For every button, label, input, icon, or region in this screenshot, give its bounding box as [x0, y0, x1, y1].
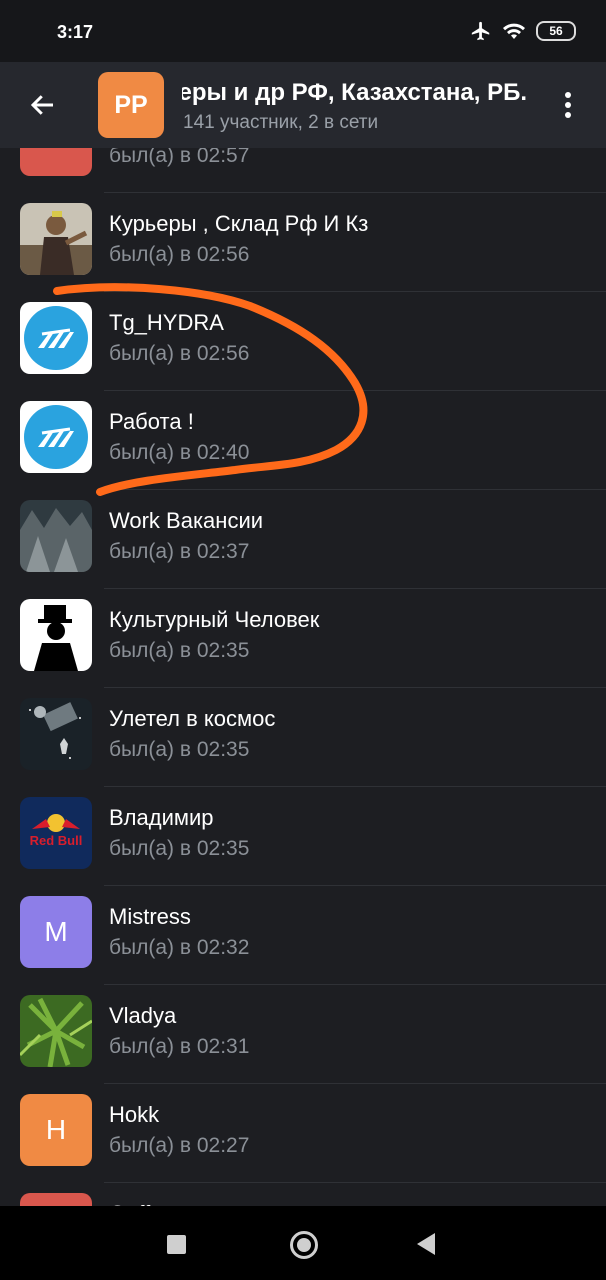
member-last-seen: был(а) в 02:56	[109, 342, 250, 365]
member-list[interactable]: был(а) в 02:57 Курьеры , Склад Рф И Кз был…	[0, 148, 606, 1206]
status-icons: 56	[470, 20, 576, 42]
member-name: Vladya	[109, 1003, 177, 1028]
status-bar: 3:17 56	[0, 0, 606, 62]
group-title[interactable]: Курьеры и др РФ, Казахстана, РБ.	[182, 79, 527, 107]
member-last-seen: был(а) в 02:37	[109, 540, 250, 563]
chat-header: PP Курьеры и др РФ, Казахстана, РБ. 141 …	[0, 62, 606, 148]
member-name: Hokk	[109, 1102, 160, 1127]
member-last-seen: был(а) в 02:35	[109, 738, 250, 761]
member-name: Культурный Человек	[109, 607, 320, 632]
member-name: Work Вакансии	[109, 508, 264, 533]
member-row[interactable]: Курьеры , Склад Рф И Кз был(а) в 02:56	[0, 193, 606, 292]
member-avatar[interactable]	[20, 148, 92, 176]
member-avatar[interactable]: H	[20, 1094, 92, 1166]
member-row[interactable]: Work Вакансии был(а) в 02:37	[0, 490, 606, 589]
member-last-seen: был(а) в 02:31	[109, 1035, 250, 1058]
wifi-icon	[503, 23, 525, 39]
recent-apps-button[interactable]	[167, 1235, 186, 1254]
group-member-count: 141 участник, 2 в сети	[183, 112, 379, 133]
member-name: Владимир	[109, 805, 214, 830]
status-time: 3:17	[57, 22, 94, 42]
member-name: Tg_HYDRA	[109, 310, 224, 335]
member-avatar[interactable]: M	[20, 896, 92, 968]
member-last-seen: был(а) в 02:32	[109, 936, 250, 959]
member-name: Улетел в космос	[109, 706, 276, 731]
member-avatar[interactable]	[20, 401, 92, 473]
member-avatar[interactable]	[20, 599, 92, 671]
svg-text:Red Bull: Red Bull	[30, 833, 83, 848]
member-last-seen: был(а) в 02:56	[109, 243, 250, 266]
member-row[interactable]: Культурный Человек был(а) в 02:35	[0, 589, 606, 688]
member-avatar[interactable]	[20, 302, 92, 374]
member-row[interactable]: Работа ! был(а) в 02:40	[0, 391, 606, 490]
member-last-seen: был(а) в 02:40	[109, 441, 250, 464]
member-row[interactable]: Red Bull Владимир был(а) в 02:35	[0, 787, 606, 886]
member-row[interactable]: M Mistress был(а) в 02:32	[0, 886, 606, 985]
group-avatar[interactable]: PP	[98, 72, 164, 138]
system-back-button[interactable]	[417, 1233, 435, 1255]
member-avatar[interactable]	[20, 698, 92, 770]
member-avatar[interactable]: Red Bull	[20, 797, 92, 869]
member-last-seen: был(а) в 02:35	[109, 639, 250, 662]
member-avatar[interactable]	[20, 995, 92, 1067]
back-arrow-icon[interactable]	[28, 90, 58, 120]
member-avatar[interactable]	[20, 500, 92, 572]
member-avatar[interactable]	[20, 1193, 92, 1206]
member-name: Курьеры , Склад Рф И Кз	[109, 211, 369, 236]
battery-icon: 56	[536, 21, 576, 41]
member-row[interactable]: H Hokk был(а) в 02:27	[0, 1084, 606, 1183]
member-name: Работа !	[109, 409, 194, 434]
group-title-text: Курьеры и др РФ, Казахстана, РБ.	[182, 79, 527, 106]
member-row[interactable]: Улетел в космос был(а) в 02:35	[0, 688, 606, 787]
member-last-seen: был(а) в 02:27	[109, 1134, 250, 1157]
member-row[interactable]: Vladya был(а) в 02:31	[0, 985, 606, 1084]
member-row[interactable]: Ouff	[0, 1183, 606, 1206]
member-name: Mistress	[109, 904, 191, 929]
member-last-seen: был(а) в 02:35	[109, 837, 250, 860]
airplane-mode-icon	[471, 21, 490, 41]
home-button[interactable]	[290, 1231, 318, 1259]
member-avatar[interactable]	[20, 203, 92, 275]
more-menu-icon[interactable]	[556, 92, 580, 122]
member-row[interactable]: Tg_HYDRA был(а) в 02:56	[0, 292, 606, 391]
member-row[interactable]: был(а) в 02:57	[0, 148, 606, 193]
member-last-seen: был(а) в 02:57	[109, 148, 250, 167]
system-nav-bar	[0, 1206, 606, 1280]
